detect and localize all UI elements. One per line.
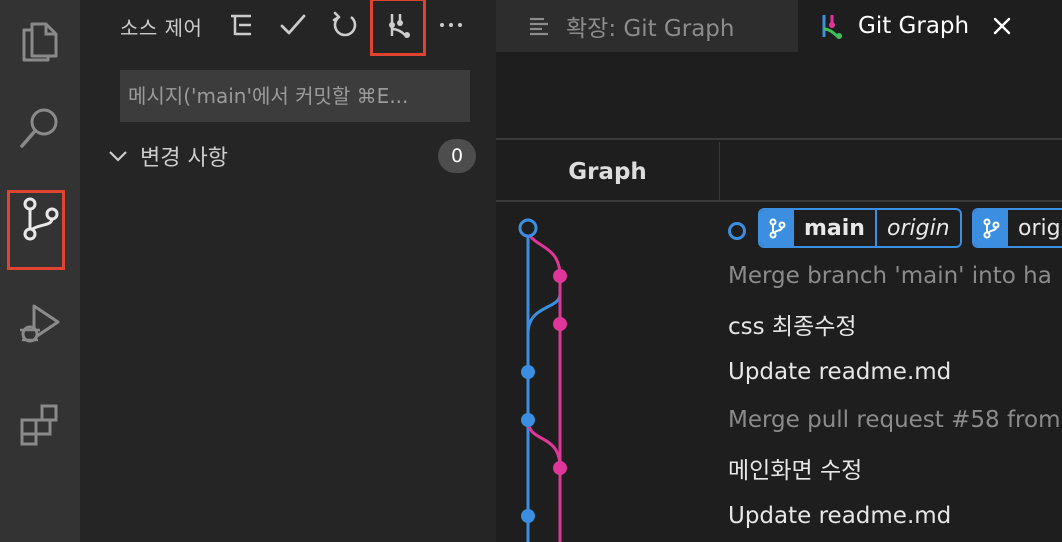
changes-count-badge: 0	[438, 139, 476, 173]
run-debug-button[interactable]	[0, 282, 80, 362]
commit-graph	[518, 218, 567, 542]
extensions-button[interactable]	[0, 384, 80, 464]
tab-label: Git Graph	[858, 13, 970, 39]
extensions-icon	[20, 404, 58, 446]
commit-row[interactable]: Update readme.md	[728, 492, 951, 540]
ref-tag-origin[interactable]: orig	[972, 208, 1062, 248]
head-indicator	[728, 222, 746, 240]
explorer-button[interactable]	[0, 0, 80, 80]
commit-row[interactable]: Merge pull request #58 from	[728, 396, 1061, 444]
git-graph-view: Graph main origin orig Merge branch 'mai…	[496, 52, 1062, 542]
commit-node[interactable]	[553, 461, 567, 475]
commit-button[interactable]	[274, 6, 312, 44]
activity-bar	[0, 0, 80, 542]
commit-node-head[interactable]	[518, 218, 538, 238]
commit-node[interactable]	[521, 365, 535, 379]
git-graph-toolbar	[496, 52, 1062, 140]
refresh-icon	[332, 11, 357, 37]
close-icon[interactable]	[991, 15, 1013, 37]
changes-label: 변경 사항	[140, 146, 228, 171]
search-icon	[20, 108, 58, 148]
refresh-button[interactable]	[326, 6, 364, 44]
source-control-panel: 소스 제어 메시지('main'에서 커밋할 ⌘E... 변경 사항 0	[80, 0, 496, 542]
branch-icon	[983, 218, 1000, 239]
commit-node[interactable]	[553, 269, 567, 283]
commit-row[interactable]: css 최종수정	[728, 300, 857, 348]
editor-tabs: 확장: Git Graph Git Graph	[496, 0, 1062, 52]
commit-node[interactable]	[553, 317, 567, 331]
ref-branch-name: orig	[1018, 215, 1061, 241]
panel-title: 소스 제어	[120, 16, 203, 40]
tree-view-icon	[231, 14, 251, 36]
run-debug-icon	[20, 304, 60, 343]
more-icon	[440, 23, 462, 27]
git-graph-colored-icon	[822, 15, 842, 39]
source-control-highlight	[7, 190, 65, 270]
tab-label: 확장: Git Graph	[566, 16, 735, 42]
commit-message-input[interactable]	[120, 70, 470, 122]
commit-row[interactable]: Update readme.md	[728, 348, 951, 396]
commit-node[interactable]	[521, 413, 535, 427]
ref-remote-name: origin	[886, 215, 950, 241]
search-button[interactable]	[0, 88, 80, 168]
ref-branch-name: main	[794, 210, 877, 246]
ref-tag-main[interactable]: main origin	[758, 208, 962, 248]
view-as-tree-button[interactable]	[222, 6, 260, 44]
git-graph-table-header: Graph	[496, 142, 1062, 202]
commit-node[interactable]	[521, 509, 535, 523]
tab-git-graph[interactable]: Git Graph	[798, 0, 1062, 52]
preview-icon	[530, 17, 548, 36]
branch-merge-pink	[526, 419, 562, 469]
tab-extension-git-graph[interactable]: 확장: Git Graph	[496, 0, 798, 52]
changes-group-header[interactable]: 변경 사항 0	[106, 136, 476, 176]
column-header-graph[interactable]: Graph	[496, 142, 720, 202]
check-icon	[280, 14, 306, 35]
commit-row[interactable]: Merge branch 'main' into ha	[728, 252, 1052, 300]
commit-row[interactable]: 메인화면 수정	[728, 444, 862, 492]
chevron-down-icon	[109, 151, 127, 162]
branch-icon	[769, 218, 786, 239]
more-actions-button[interactable]	[432, 6, 470, 44]
git-graph-button-highlight	[370, 0, 426, 56]
files-icon	[22, 22, 58, 62]
